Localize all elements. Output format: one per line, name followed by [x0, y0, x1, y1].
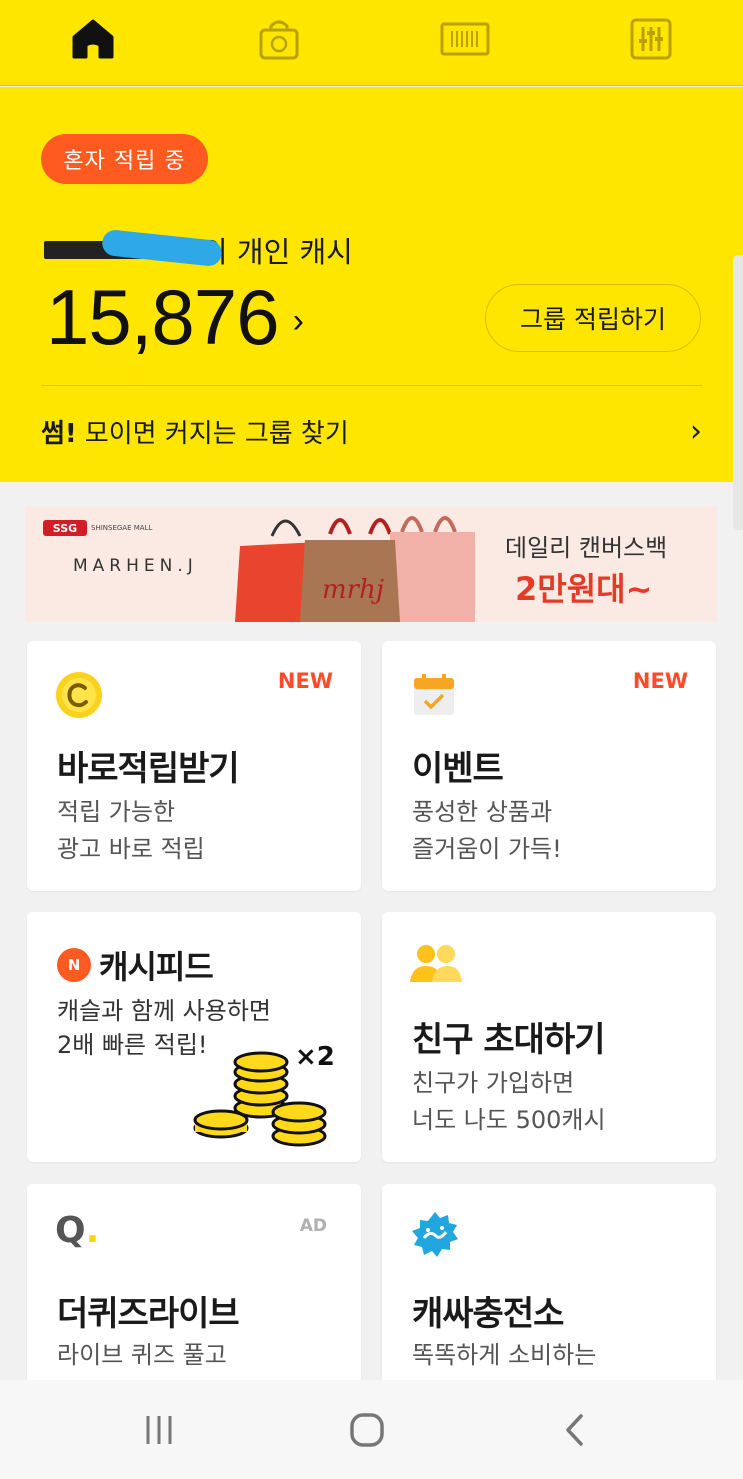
new-badge: NEW	[632, 669, 688, 693]
card-title: 더퀴즈라이브	[57, 1294, 240, 1334]
barcode-icon	[440, 22, 490, 56]
bag-print: mrhj	[322, 575, 384, 605]
card-desc: 풍성한 상품과 즐거움이 가득!	[412, 798, 562, 863]
card-invite-friend[interactable]: 친구 초대하기 친구가 가입하면 너도 나도 500캐시	[382, 912, 716, 1162]
card-instant-save[interactable]: NEW 바로적립받기 적립 가능한 광고 바로 적립	[27, 641, 361, 891]
tab-settings[interactable]	[626, 14, 676, 64]
home-circle-icon	[350, 1413, 384, 1447]
n-icon: N	[57, 948, 91, 982]
tab-shop[interactable]	[254, 14, 304, 64]
card-title: 캐싸충전소	[412, 1294, 564, 1334]
ad-banner[interactable]: SSG SHINSEGAE MALL MARHEN.J mrhj 데일리 캔버스…	[25, 506, 717, 622]
system-nav-bar	[0, 1380, 743, 1479]
status-badge: 혼자 적립 중	[41, 134, 208, 184]
divider	[41, 385, 702, 386]
home-icon	[72, 19, 114, 59]
banner-price: 2만원대~	[515, 570, 653, 608]
multiplier-label: ×2	[295, 1042, 335, 1072]
coin-icon	[56, 672, 102, 718]
card-title: 바로적립받기	[57, 749, 240, 789]
redacted-username	[44, 228, 224, 268]
card-desc: 라이브 퀴즈 풀고	[57, 1341, 227, 1369]
find-brand: 썸!	[41, 418, 77, 449]
owner-suffix: 의 개인 캐시	[201, 235, 353, 269]
charge-badge-icon	[412, 1212, 458, 1257]
top-tab-bar	[0, 0, 743, 86]
new-badge: NEW	[277, 669, 333, 693]
cash-amount-value: 15,876	[46, 273, 280, 361]
find-group-link[interactable]: 썸! 모이면 커지는 그룹 찾기 ›	[41, 409, 702, 453]
cash-balance[interactable]: 15,876 ›	[46, 272, 304, 363]
card-desc: 똑똑하게 소비하는	[412, 1341, 597, 1369]
cash-header: 혼자 적립 중 의 개인 캐시 15,876 › 그룹 적립하기 썸! 모이면 …	[0, 87, 743, 482]
friends-icon	[410, 945, 462, 982]
card-desc: 친구가 가입하면 너도 나도 500캐시	[412, 1069, 606, 1134]
recent-apps-icon	[146, 1416, 172, 1444]
home-button[interactable]	[342, 1410, 392, 1450]
card-quiz-live[interactable]: Q. AD 더퀴즈라이브 라이브 퀴즈 풀고	[27, 1184, 361, 1394]
chevron-right-icon: ›	[690, 413, 702, 449]
back-button[interactable]	[550, 1410, 600, 1450]
shopping-bag-icon	[259, 20, 299, 60]
partner-logo: SSG SHINSEGAE MALL	[43, 520, 152, 536]
card-title: 친구 초대하기	[412, 1020, 606, 1060]
settings-sliders-icon	[630, 18, 672, 60]
quiz-q-icon: Q.	[55, 1210, 100, 1251]
card-desc: 적립 가능한 광고 바로 적립	[57, 798, 205, 863]
banner-headline: 데일리 캔버스백	[505, 534, 668, 562]
scroll-handle[interactable]	[733, 255, 743, 530]
chevron-right-icon: ›	[292, 302, 304, 340]
card-title-row: N 캐시피드	[57, 942, 214, 988]
card-event[interactable]: NEW 이벤트 풍성한 상품과 즐거움이 가득!	[382, 641, 716, 891]
tab-home[interactable]	[68, 14, 118, 64]
owner-line: 의 개인 캐시	[44, 228, 353, 271]
find-text: 모이면 커지는 그룹 찾기	[84, 418, 349, 449]
card-title: 캐시피드	[99, 948, 214, 986]
card-cashfeed[interactable]: N 캐시피드 캐슬과 함께 사용하면 2배 빠른 적립! ×2	[27, 912, 361, 1162]
card-title: 이벤트	[412, 749, 504, 789]
bag-images: mrhj	[235, 516, 475, 622]
back-icon	[566, 1414, 583, 1446]
ad-badge: AD	[299, 1216, 327, 1236]
tab-barcode[interactable]	[440, 14, 490, 64]
recent-apps-button[interactable]	[134, 1410, 184, 1450]
banner-brand: MARHEN.J	[73, 556, 198, 576]
calendar-icon	[414, 674, 454, 715]
group-save-button[interactable]: 그룹 적립하기	[485, 284, 701, 352]
card-charge-station[interactable]: 캐싸충전소 똑똑하게 소비하는	[382, 1184, 716, 1394]
